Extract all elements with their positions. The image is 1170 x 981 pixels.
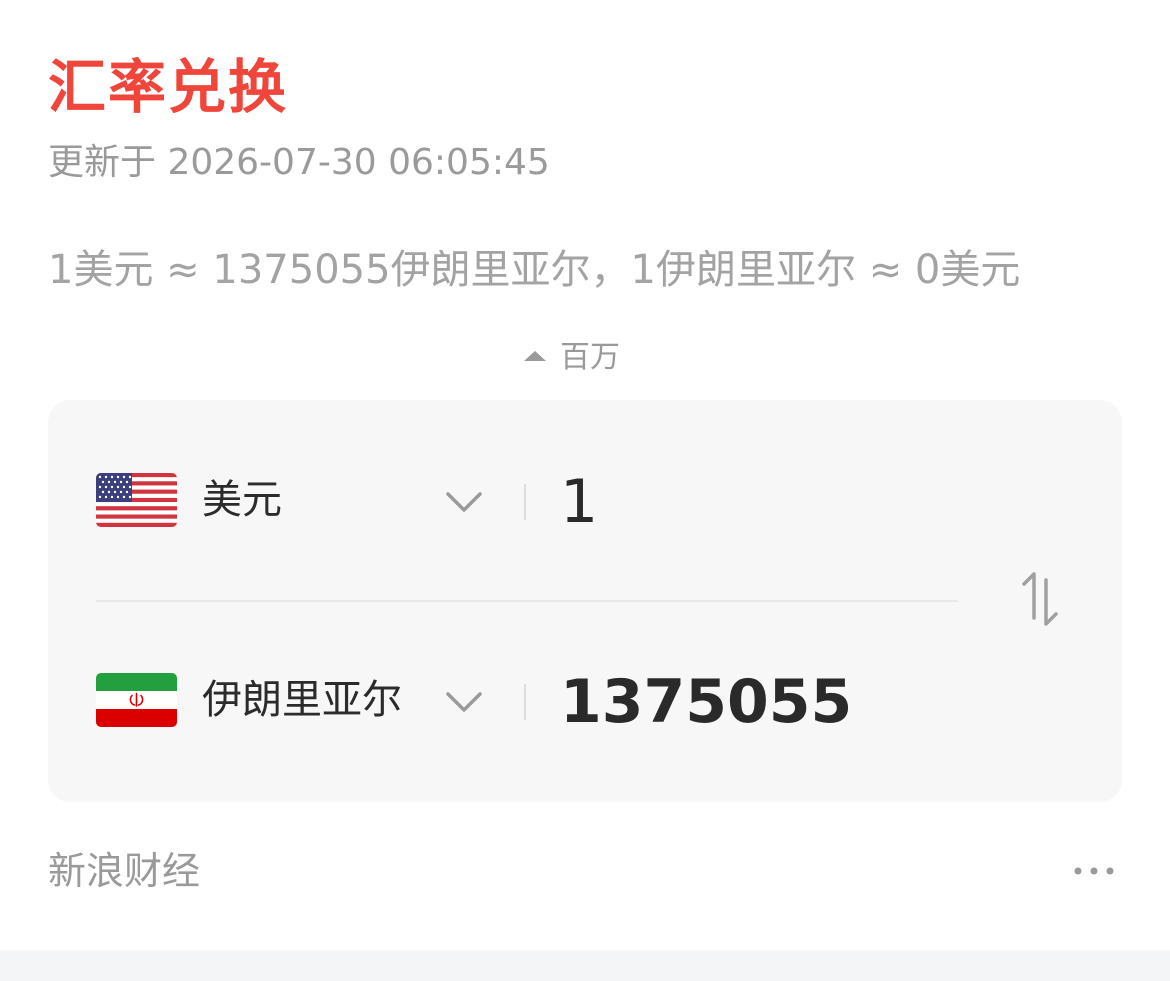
converter-panel: 美元 1 伊朗里亚尔 1375055 <box>48 400 1122 802</box>
more-dots-icon[interactable] <box>1072 862 1116 880</box>
unit-hint: 百万 <box>524 338 620 378</box>
bottom-separator <box>0 950 1170 981</box>
updated-timestamp: 更新于 2026-07-30 06:05:45 <box>48 142 550 183</box>
iran-flag-icon <box>96 673 177 727</box>
card-title: 汇率兑换 <box>48 53 289 121</box>
to-amount-output[interactable]: 1375055 <box>560 666 852 738</box>
to-currency-select[interactable]: 伊朗里亚尔 <box>202 674 402 726</box>
rate-summary: 1美元 ≈ 1375055伊朗里亚尔，1伊朗里亚尔 ≈ 0美元 <box>48 247 1021 293</box>
field-divider <box>524 484 526 520</box>
chevron-down-icon[interactable] <box>443 484 485 520</box>
swap-icon[interactable] <box>1012 572 1068 628</box>
row-divider <box>96 600 958 602</box>
source-label: 新浪财经 <box>48 849 201 893</box>
from-amount-input[interactable]: 1 <box>560 466 598 538</box>
from-currency-select[interactable]: 美元 <box>202 474 282 526</box>
us-flag-icon <box>96 473 177 527</box>
chevron-down-icon[interactable] <box>443 684 485 720</box>
to-currency-row: 伊朗里亚尔 1375055 <box>48 652 958 752</box>
exchange-rate-card: 汇率兑换 更新于 2026-07-30 06:05:45 1美元 ≈ 13750… <box>0 0 1170 950</box>
field-divider <box>524 684 526 720</box>
caret-up-icon <box>524 350 546 361</box>
unit-hint-label: 百万 <box>560 340 620 375</box>
from-currency-row: 美元 1 <box>48 452 958 552</box>
